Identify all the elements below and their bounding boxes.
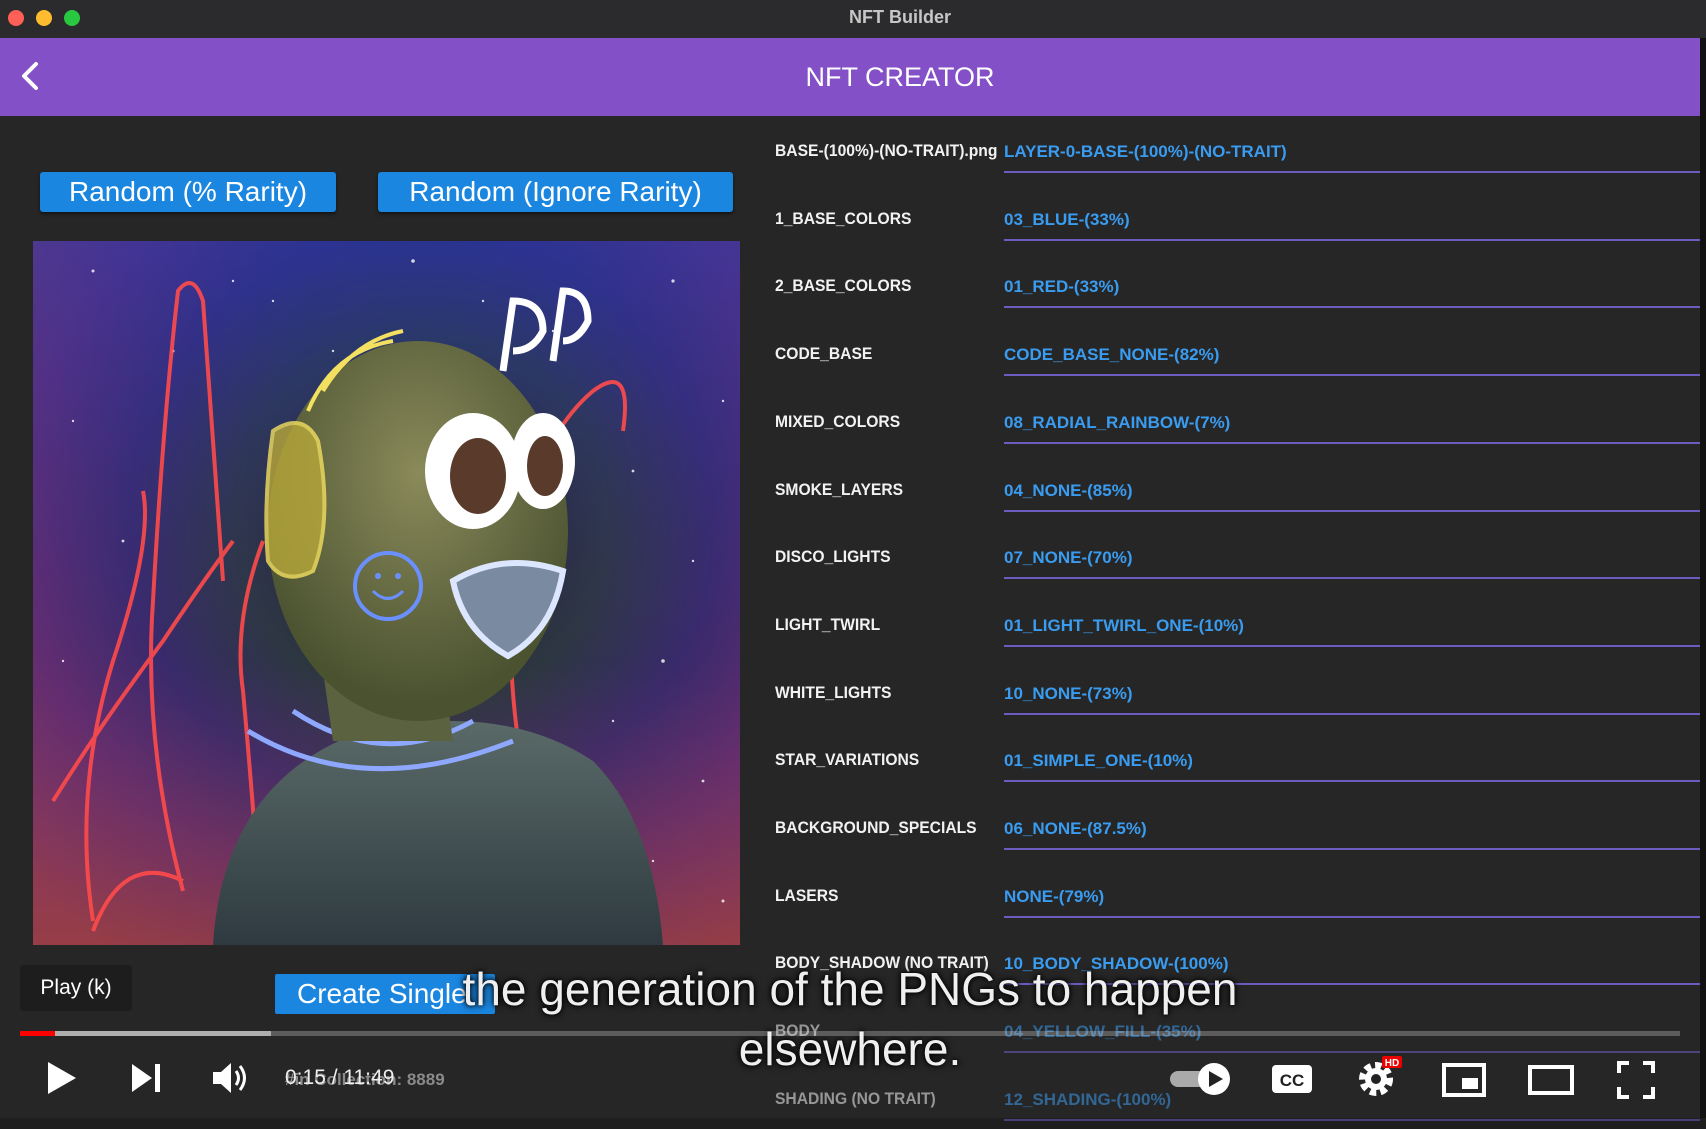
volume-icon [213,1063,246,1093]
trait-underline [1004,644,1700,647]
trait-underline [1004,848,1700,850]
play-icon [48,1062,76,1094]
svg-text:CC: CC [1280,1071,1305,1090]
trait-value-dropdown[interactable]: 07_NONE-(70%) [1004,548,1133,568]
trait-value-dropdown[interactable]: LAYER-0-BASE-(100%)-(NO-TRAIT) [1004,142,1287,162]
trait-row: CODE_BASE CODE_BASE_NONE-(82%) [775,344,1700,384]
trait-label: BACKGROUND_SPECIALS [775,818,977,837]
miniplayer-icon [1442,1063,1486,1097]
miniplayer-button[interactable] [1442,1062,1486,1103]
settings-icon: HD [1359,1056,1402,1096]
captions-icon: CC [1272,1065,1312,1093]
app-bar: NFT CREATOR [0,38,1700,116]
trait-row: DISCO_LIGHTS 07_NONE-(70%) [775,547,1700,587]
random-rarity-button[interactable]: Random (% Rarity) [40,172,336,212]
trait-row: MIXED_COLORS 08_RADIAL_RAINBOW-(7%) [775,412,1700,452]
page-title: NFT CREATOR [805,62,995,92]
trait-label: CODE_BASE [775,344,873,364]
trait-underline [1004,238,1700,241]
theater-mode-button[interactable] [1528,1064,1574,1101]
trait-underline [1004,509,1700,512]
trait-row: LASERS NONE-(79%) [775,886,1700,926]
window-title: NFT Builder [849,7,951,27]
trait-label: STAR_VARIATIONS [775,750,920,770]
captions-button[interactable]: CC [1270,1062,1314,1101]
trait-value-dropdown[interactable]: CODE_BASE_NONE-(82%) [1004,345,1219,365]
trait-value-dropdown[interactable]: 01_RED-(33%) [1004,277,1119,297]
trait-label: 1_BASE_COLORS [775,208,912,228]
time-display: 0:15 / 11:49 [285,1066,395,1089]
trait-row: 2_BASE_COLORS 01_RED-(33%) [775,276,1700,316]
trait-underline [1004,915,1700,918]
autoplay-toggle[interactable] [1168,1062,1234,1101]
progress-buffered [20,1031,271,1036]
trait-row: WHITE_LIGHTS 10_NONE-(73%) [775,683,1700,723]
trait-underline [1004,577,1700,580]
trait-label: BASE-(100%)-(NO-TRAIT).png [775,141,998,160]
trait-underline [1004,441,1700,444]
trait-underline [1004,374,1700,377]
theater-icon [1528,1065,1574,1095]
trait-underline [1004,780,1700,783]
trait-row: STAR_VARIATIONS 01_SIMPLE_ONE-(10%) [775,750,1700,790]
trait-value-dropdown[interactable]: 04_NONE-(85%) [1004,481,1133,501]
trait-label: DISCO_LIGHTS [775,547,891,567]
trait-value-dropdown[interactable]: 01_SIMPLE_ONE-(10%) [1004,751,1193,771]
progress-played [20,1031,55,1036]
trait-underline [1004,171,1700,173]
trait-label: LASERS [775,885,839,905]
trait-row: 1_BASE_COLORS 03_BLUE-(33%) [775,209,1700,249]
fullscreen-button[interactable] [1616,1060,1656,1105]
window-edge [1700,38,1706,1118]
trait-label: LIGHT_TWIRL [775,614,881,634]
progress-bar[interactable] [20,1031,1680,1036]
volume-button[interactable] [210,1058,252,1103]
nft-preview-image [33,241,740,945]
trait-value-dropdown[interactable]: 08_RADIAL_RAINBOW-(7%) [1004,413,1230,433]
trait-label: SMOKE_LAYERS [775,479,904,499]
window-titlebar: NFT Builder [0,0,1706,39]
trait-row: BASE-(100%)-(NO-TRAIT).png LAYER-0-BASE-(… [775,141,1700,181]
trait-row: SMOKE_LAYERS 04_NONE-(85%) [775,480,1700,520]
trait-value-dropdown[interactable]: 03_BLUE-(33%) [1004,210,1130,230]
trait-label: WHITE_LIGHTS [775,682,892,702]
trait-underline [1004,1118,1700,1121]
caption-line-1: the generation of the PNGs to happen [462,963,1238,1015]
fullscreen-icon [1617,1061,1655,1099]
next-icon [132,1064,160,1092]
settings-button[interactable]: HD [1356,1054,1404,1103]
trait-value-dropdown[interactable]: 01_LIGHT_TWIRL_ONE-(10%) [1004,616,1244,636]
play-button[interactable] [44,1058,80,1103]
trait-underline [1004,712,1700,715]
trait-row: LIGHT_TWIRL 01_LIGHT_TWIRL_ONE-(10%) [775,615,1700,655]
trait-value-dropdown[interactable]: 10_NONE-(73%) [1004,684,1133,704]
trait-value-dropdown[interactable]: 06_NONE-(87.5%) [1004,819,1147,839]
trait-label: SHADING (NO TRAIT) [775,1088,936,1108]
trait-label: MIXED_COLORS [775,411,901,431]
random-ignore-rarity-button[interactable]: Random (Ignore Rarity) [378,172,733,212]
hd-badge: HD [1385,1058,1399,1069]
trait-label: 2_BASE_COLORS [775,276,912,296]
trait-value-dropdown[interactable]: NONE-(79%) [1004,887,1104,907]
trait-underline [1004,306,1700,309]
autoplay-toggle-icon [1170,1063,1230,1095]
trait-row: BACKGROUND_SPECIALS 06_NONE-(87.5%) [775,818,1700,858]
next-button[interactable] [128,1058,164,1103]
trait-value-dropdown[interactable]: 12_SHADING-(100%) [1004,1090,1171,1110]
